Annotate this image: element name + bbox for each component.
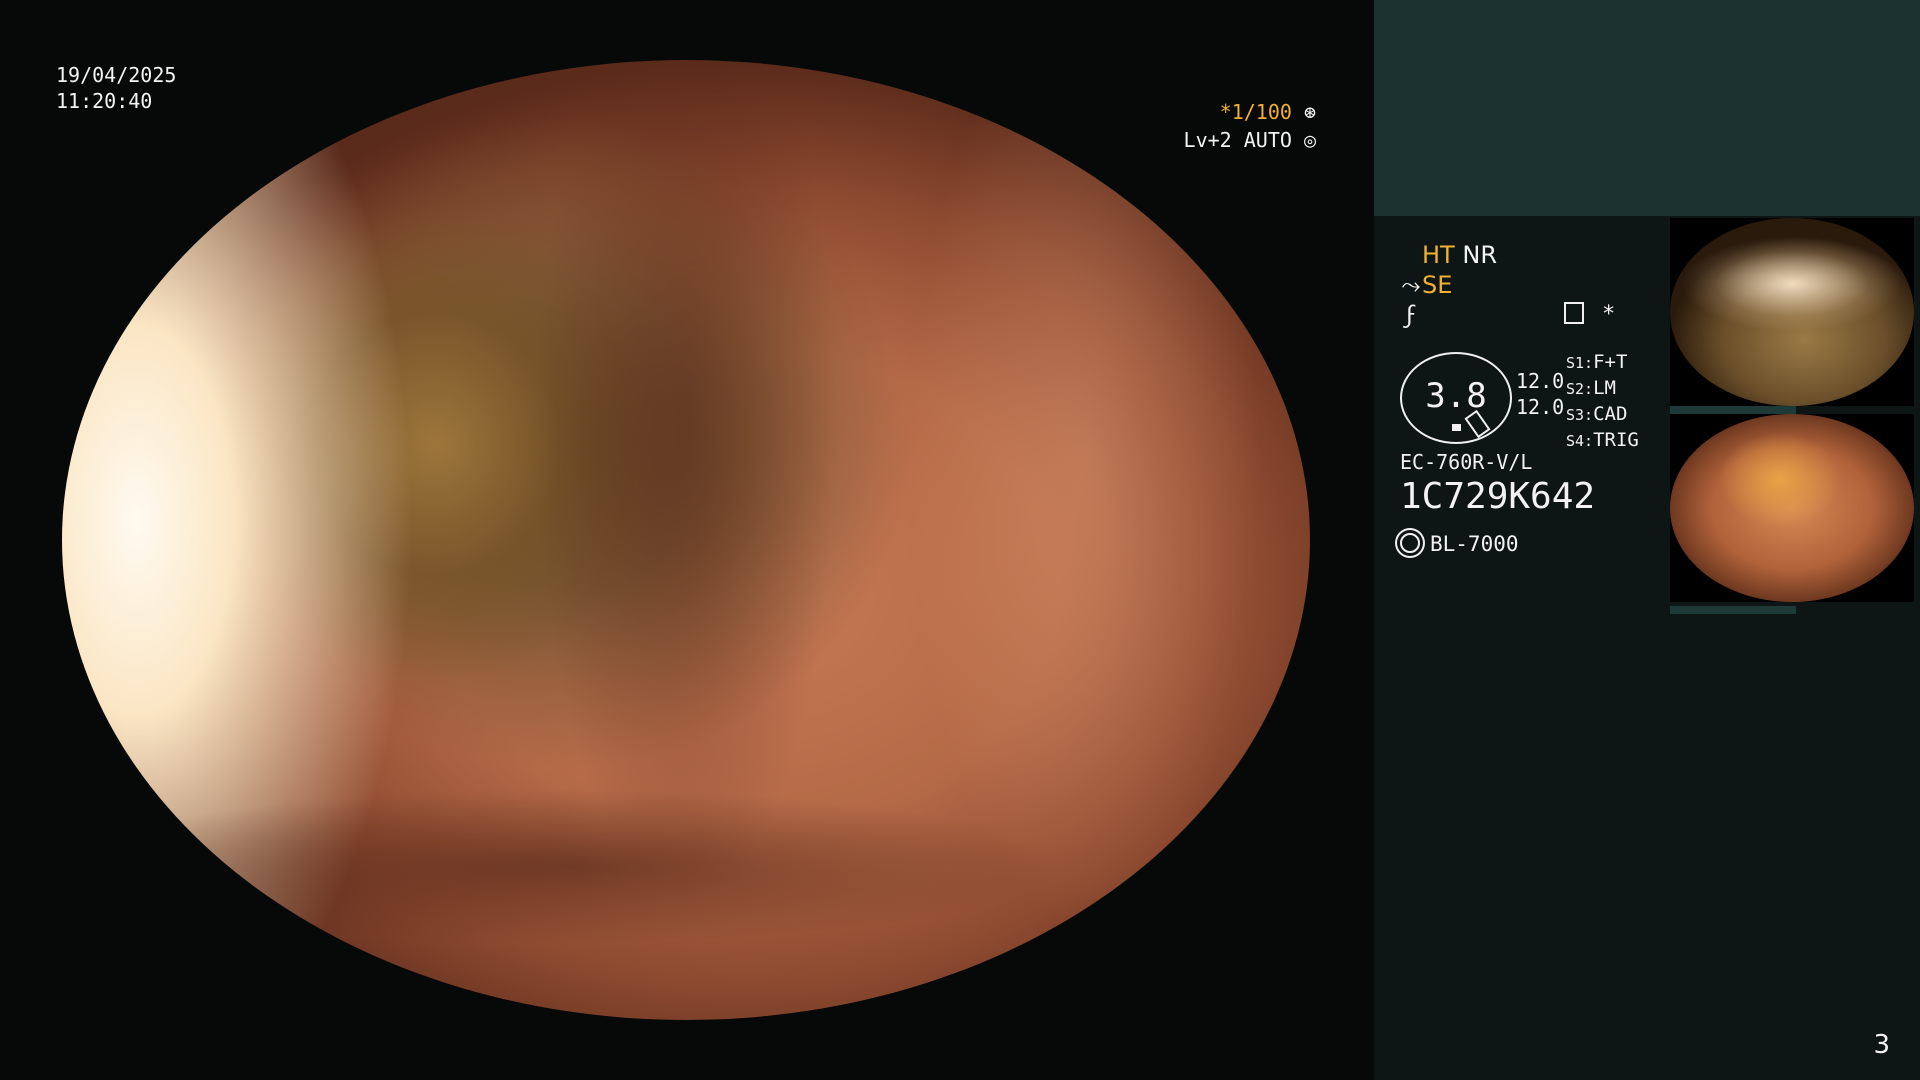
ring-marker-icon <box>1452 424 1461 431</box>
setting-value: 12.0 <box>1516 395 1565 419</box>
mode-row-3: ϝ <box>1400 300 1680 330</box>
capture-thumbnail-2[interactable] <box>1670 414 1914 602</box>
capture-thumbnail-1[interactable] <box>1670 218 1914 406</box>
curve-icon: ϝ <box>1405 301 1417 329</box>
light-source: BL-7000 <box>1400 532 1519 556</box>
page-number: 3 <box>1873 1030 1890 1060</box>
thumbnail-image <box>1670 414 1914 602</box>
zoom-ring: 3.8 <box>1400 352 1512 444</box>
settings-values: 12.0 12.0 <box>1516 368 1564 420</box>
scope-model: EC-760R-V/L <box>1400 450 1533 474</box>
zoom-value: 3.8 <box>1425 376 1487 416</box>
endoscope-view <box>62 60 1310 1020</box>
switch-s1: S1:F+T <box>1566 351 1628 373</box>
light-source-label: BL-7000 <box>1430 532 1519 556</box>
time: 11:20:40 <box>56 89 153 113</box>
scope-info: HT NR ⤳SE ϝ * 3.8 12.0 12.0 S1:F+T S2:LM… <box>1400 240 1680 556</box>
shutter-speed: *1/100 <box>1219 100 1292 124</box>
switch-assignments: S1:F+T S2:LM S3:CAD S4:TRIG <box>1566 350 1639 454</box>
exposure-level: Lv+2 AUTO <box>1183 128 1292 152</box>
shutter-readout: *1/100 ⊛ Lv+2 AUTO ◎ <box>1184 98 1316 154</box>
sun-icon <box>1400 533 1420 553</box>
date: 19/04/2025 <box>56 63 177 87</box>
thumbnail-image <box>1670 218 1914 406</box>
nr-mode: NR <box>1462 241 1497 269</box>
ht-mode: HT <box>1422 241 1455 269</box>
side-panel-header <box>1374 0 1920 216</box>
mode-row-2: ⤳SE <box>1400 270 1680 300</box>
setting-value: 12.0 <box>1516 369 1565 393</box>
switch-s4: S4:TRIG <box>1566 429 1639 451</box>
aperture-icon: ⊛ <box>1291 100 1316 124</box>
switch-s3: S3:CAD <box>1566 403 1628 425</box>
scope-serial: 1C729K642 <box>1400 476 1596 517</box>
thumbnail-divider <box>1670 406 1796 414</box>
iris-icon: ◎ <box>1291 128 1316 152</box>
settings-icon <box>1564 302 1584 324</box>
small-icons: * <box>1564 302 1615 327</box>
se-mode: SE <box>1422 271 1453 299</box>
hook-icon: ⤳ <box>1401 271 1421 299</box>
thumbnail-divider <box>1670 606 1796 614</box>
mode-row-1: HT NR <box>1400 240 1680 270</box>
timestamp: 19/04/2025 11:20:40 <box>56 62 176 114</box>
marker: * <box>1602 302 1616 327</box>
switch-s2: S2:LM <box>1566 377 1616 399</box>
